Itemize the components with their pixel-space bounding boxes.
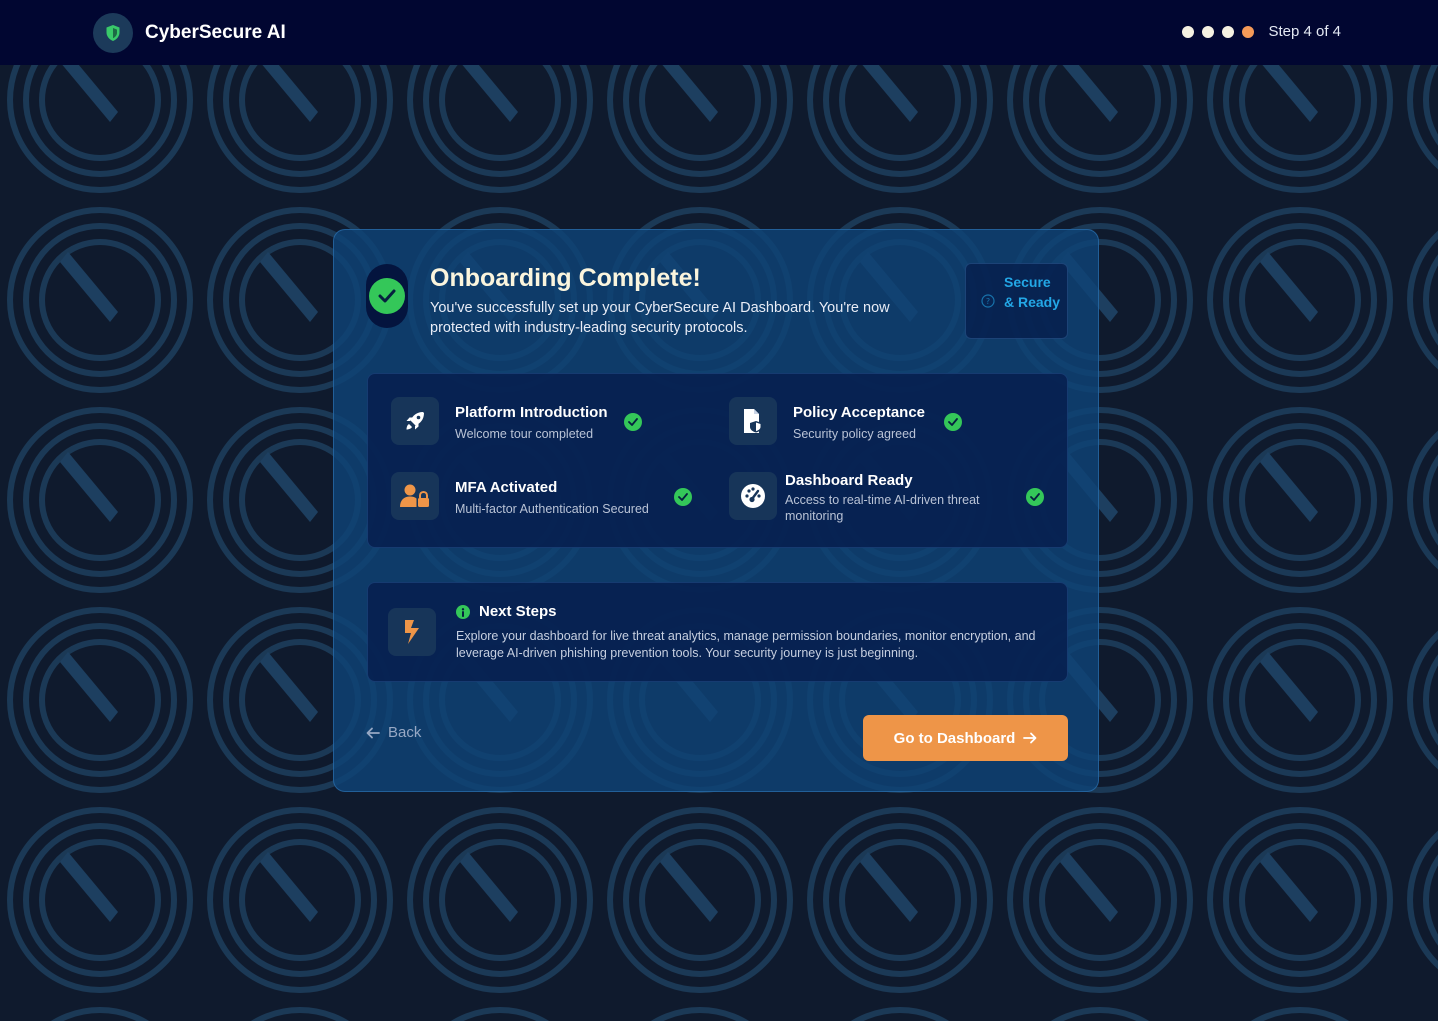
checkmark-icon xyxy=(369,278,405,314)
rocket-icon xyxy=(391,397,439,445)
lightning-icon xyxy=(388,608,436,656)
checklist-item-description: Access to real-time AI-driven threat mon… xyxy=(785,493,980,523)
arrow-right-icon xyxy=(1023,732,1037,744)
user-lock-icon xyxy=(391,472,439,520)
onboarding-complete-card: Onboarding Complete! You've successfully… xyxy=(333,229,1099,792)
completed-check-icon xyxy=(944,413,962,431)
checklist-item-mfa-activated: MFA Activated Multi-factor Authenticatio… xyxy=(391,472,701,522)
step-progress: Step 4 of 4 xyxy=(1182,23,1341,40)
checklist-item-platform-introduction: Platform Introduction Welcome tour compl… xyxy=(391,397,651,447)
svg-text:?: ? xyxy=(986,297,990,306)
go-to-dashboard-label: Go to Dashboard xyxy=(893,729,1016,747)
checklist-item-description: Security policy agreed xyxy=(793,427,916,441)
completed-check-icon xyxy=(1026,488,1044,506)
back-button-label: Back xyxy=(388,724,422,741)
step-dot-4-active xyxy=(1242,25,1255,38)
next-steps-panel: Next Steps Explore your dashboard for li… xyxy=(367,582,1068,682)
checklist-item-title: Dashboard Ready xyxy=(785,472,913,489)
top-bar: CyberSecure AI Step 4 of 4 xyxy=(0,0,1438,65)
policy-document-icon xyxy=(729,397,777,445)
step-dot-2 xyxy=(1202,25,1215,38)
completed-check-icon xyxy=(674,488,692,506)
status-badge-label: Secure & Ready xyxy=(1004,274,1061,310)
page-subtitle: You've successfully set up your CyberSec… xyxy=(430,300,890,336)
arrow-left-icon xyxy=(366,727,380,738)
step-indicator-text: Step 4 of 4 xyxy=(1268,23,1341,40)
status-badge: ? Secure & Ready xyxy=(965,263,1068,339)
step-dot-1 xyxy=(1182,25,1195,38)
checklist-item-dashboard-ready: Dashboard Ready Access to real-time AI-d… xyxy=(729,472,1047,528)
gauge-icon xyxy=(729,472,777,520)
checklist-item-title: MFA Activated xyxy=(455,479,558,496)
checklist-item-description: Multi-factor Authentication Secured xyxy=(455,502,649,516)
brand: CyberSecure AI xyxy=(93,13,286,53)
completed-check-icon xyxy=(624,413,642,431)
question-circle-icon: ? xyxy=(981,294,995,308)
page-title: Onboarding Complete! xyxy=(430,264,701,292)
shield-logo-icon xyxy=(93,13,133,53)
next-steps-description: Explore your dashboard for live threat a… xyxy=(456,629,1036,660)
success-badge xyxy=(366,264,408,328)
checklist-item-policy-acceptance: Policy Acceptance Security policy agreed xyxy=(729,397,989,447)
go-to-dashboard-button[interactable]: Go to Dashboard xyxy=(863,715,1068,761)
checklist-item-description: Welcome tour completed xyxy=(455,427,594,441)
onboarding-checklist: Platform Introduction Welcome tour compl… xyxy=(367,373,1068,548)
next-steps-title: Next Steps xyxy=(479,603,557,620)
back-button[interactable]: Back xyxy=(366,724,421,741)
app-name: CyberSecure AI xyxy=(145,22,286,43)
checklist-item-title: Platform Introduction xyxy=(455,404,608,421)
step-dot-3 xyxy=(1222,25,1235,38)
checklist-item-title: Policy Acceptance xyxy=(793,404,926,421)
info-icon xyxy=(456,605,470,619)
